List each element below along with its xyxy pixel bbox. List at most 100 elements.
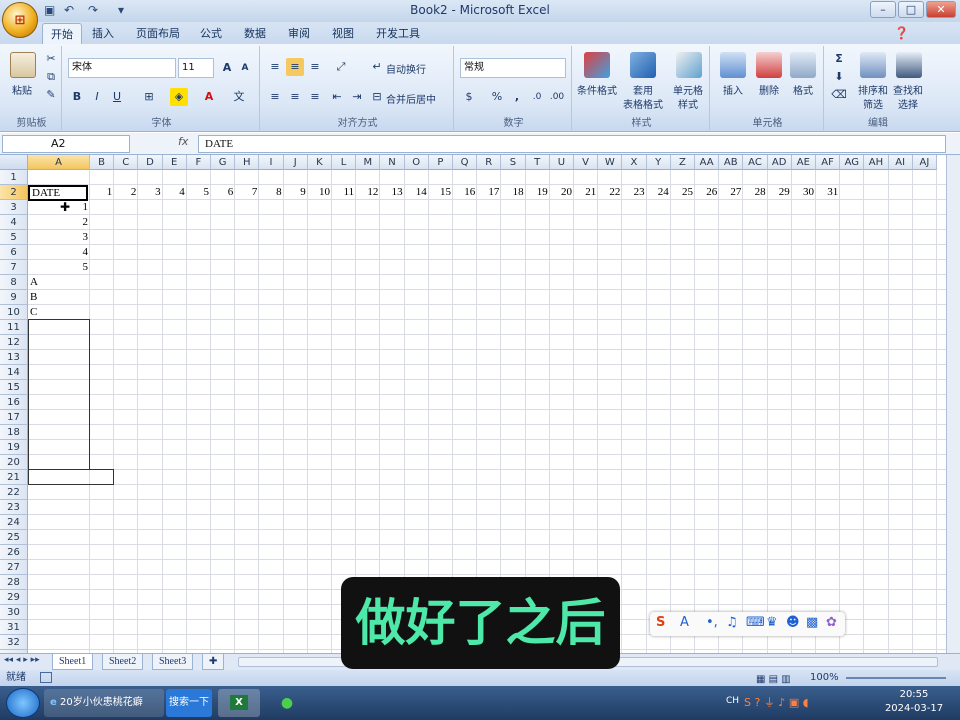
shrink-font-icon[interactable]: A xyxy=(236,59,254,77)
tab-view[interactable]: 视图 xyxy=(324,23,362,44)
find-select-label2[interactable]: 选择 xyxy=(888,96,928,111)
format-painter-icon[interactable]: ✎ xyxy=(42,86,60,104)
tab-data[interactable]: 数据 xyxy=(236,23,274,44)
column-header-y[interactable]: Y xyxy=(646,155,671,170)
cell-styles-label1[interactable]: 单元格 xyxy=(668,82,708,97)
start-button[interactable] xyxy=(6,688,40,718)
row-header-2[interactable]: 2 xyxy=(0,185,28,200)
cell-day-1[interactable]: 1 xyxy=(90,185,113,200)
cell-styles-icon[interactable] xyxy=(676,52,702,78)
cell-day-5[interactable]: 5 xyxy=(187,185,209,200)
format-cells-icon[interactable] xyxy=(790,52,816,78)
column-header-d[interactable]: D xyxy=(138,155,163,170)
ime-mode-icon[interactable]: A xyxy=(680,615,689,630)
cell-day-9[interactable]: 9 xyxy=(284,185,306,200)
merge-center-label[interactable]: 合并后居中 xyxy=(386,91,436,106)
cell-day-15[interactable]: 15 xyxy=(429,185,451,200)
cell-day-29[interactable]: 29 xyxy=(768,185,790,200)
column-header-p[interactable]: P xyxy=(428,155,453,170)
cell-day-22[interactable]: 22 xyxy=(598,185,620,200)
cell-a6[interactable]: 4 xyxy=(28,245,89,260)
clock[interactable]: 20:55 2024-03-17 xyxy=(874,688,954,716)
conditional-format-icon[interactable] xyxy=(584,52,610,78)
cell-day-14[interactable]: 14 xyxy=(405,185,427,200)
row-header-22[interactable]: 22 xyxy=(0,485,28,500)
cell-day-4[interactable]: 4 xyxy=(163,185,185,200)
decrease-decimal-icon[interactable]: .00 xyxy=(548,88,566,106)
row-header-15[interactable]: 15 xyxy=(0,380,28,395)
cell-a4[interactable]: 2 xyxy=(28,215,89,230)
row-header-32[interactable]: 32 xyxy=(0,635,28,650)
font-color-icon[interactable]: A xyxy=(200,88,218,106)
bold-icon[interactable]: B xyxy=(68,88,86,106)
cell-a7[interactable]: 5 xyxy=(28,260,89,275)
column-header-x[interactable]: X xyxy=(622,155,647,170)
cell-a8[interactable]: A xyxy=(28,275,88,290)
orientation-icon[interactable]: ⤢ xyxy=(332,58,350,76)
delete-cells-label[interactable]: 删除 xyxy=(750,82,788,97)
sort-filter-icon[interactable] xyxy=(860,52,886,78)
column-header-r[interactable]: R xyxy=(477,155,502,170)
cell-a2[interactable]: DATE xyxy=(28,185,88,201)
macro-record-icon[interactable] xyxy=(40,672,52,683)
column-header-z[interactable]: Z xyxy=(670,155,695,170)
format-table-icon[interactable] xyxy=(630,52,656,78)
cell-a9[interactable]: B xyxy=(28,290,88,305)
middle-align-icon[interactable]: ≡ xyxy=(286,58,304,76)
row-header-3[interactable]: 3 xyxy=(0,200,28,215)
column-header-e[interactable]: E xyxy=(162,155,187,170)
column-header-ac[interactable]: AC xyxy=(743,155,768,170)
number-format-box[interactable]: 常规 xyxy=(460,58,566,78)
cell-styles-label2[interactable]: 样式 xyxy=(668,96,708,111)
column-header-v[interactable]: V xyxy=(574,155,599,170)
column-header-q[interactable]: Q xyxy=(453,155,478,170)
font-name-box[interactable]: 宋体 xyxy=(68,58,176,78)
paste-icon[interactable] xyxy=(10,52,36,78)
row-header-5[interactable]: 5 xyxy=(0,230,28,245)
row-header-6[interactable]: 6 xyxy=(0,245,28,260)
row-header-30[interactable]: 30 xyxy=(0,605,28,620)
column-header-u[interactable]: U xyxy=(549,155,574,170)
format-table-label1[interactable]: 套用 xyxy=(618,82,668,97)
row-header-12[interactable]: 12 xyxy=(0,335,28,350)
column-header-af[interactable]: AF xyxy=(816,155,841,170)
column-header-m[interactable]: M xyxy=(356,155,381,170)
ime-mic-icon[interactable]: ♫ xyxy=(726,615,738,630)
sheet-tab-2[interactable]: Sheet2 xyxy=(102,654,144,670)
increase-decimal-icon[interactable]: .0 xyxy=(528,88,546,106)
row-header-26[interactable]: 26 xyxy=(0,545,28,560)
select-all-corner[interactable] xyxy=(0,155,28,170)
insert-cells-icon[interactable] xyxy=(720,52,746,78)
tab-home[interactable]: 开始 xyxy=(42,23,82,44)
cell-day-31[interactable]: 31 xyxy=(816,185,838,200)
column-header-ah[interactable]: AH xyxy=(864,155,889,170)
column-header-g[interactable]: G xyxy=(211,155,236,170)
ime-settings-icon[interactable]: ✿ xyxy=(826,615,837,630)
row-header-29[interactable]: 29 xyxy=(0,590,28,605)
row-header-8[interactable]: 8 xyxy=(0,275,28,290)
column-header-w[interactable]: W xyxy=(598,155,623,170)
column-header-a[interactable]: A xyxy=(28,155,90,170)
insert-sheet-icon[interactable]: ✚ xyxy=(202,654,225,670)
find-select-label1[interactable]: 查找和 xyxy=(888,82,928,97)
column-header-b[interactable]: B xyxy=(90,155,115,170)
sort-filter-label2[interactable]: 筛选 xyxy=(854,96,892,111)
column-header-ag[interactable]: AG xyxy=(840,155,865,170)
format-table-label2[interactable]: 表格格式 xyxy=(618,96,668,111)
cell-day-20[interactable]: 20 xyxy=(550,185,572,200)
formula-input[interactable]: DATE xyxy=(198,135,946,153)
sheet-tab-1[interactable]: Sheet1 xyxy=(52,654,94,670)
ime-keyboard-icon[interactable]: ⌨ xyxy=(746,615,765,630)
row-header-25[interactable]: 25 xyxy=(0,530,28,545)
ime-skin-icon[interactable]: ♛ xyxy=(766,615,778,630)
row-header-23[interactable]: 23 xyxy=(0,500,28,515)
cell-day-16[interactable]: 16 xyxy=(453,185,475,200)
sort-filter-label1[interactable]: 排序和 xyxy=(854,82,892,97)
row-header-16[interactable]: 16 xyxy=(0,395,28,410)
cell-day-27[interactable]: 27 xyxy=(719,185,741,200)
cell-day-18[interactable]: 18 xyxy=(501,185,524,200)
row-header-11[interactable]: 11 xyxy=(0,320,28,335)
cell-day-12[interactable]: 12 xyxy=(356,185,378,200)
phonetic-icon[interactable]: 文 xyxy=(230,88,248,106)
taskbar-browser[interactable]: e 20岁小伙患桃花癖 xyxy=(44,689,164,717)
